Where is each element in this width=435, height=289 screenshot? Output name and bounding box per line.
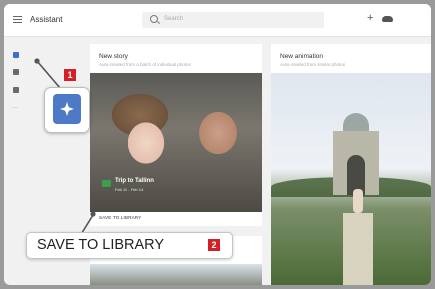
photos-icon[interactable] [13, 69, 19, 75]
pedestal [343, 213, 373, 285]
save-to-library-callout: SAVE TO LIBRARY 2 [26, 232, 233, 259]
assistant-icon [53, 94, 81, 124]
search-input[interactable]: Search [142, 12, 324, 28]
animation-photo[interactable] [271, 73, 431, 285]
story-title: Trip to Tallinn [115, 178, 154, 184]
cloud-icon[interactable] [382, 16, 393, 22]
story-photo[interactable]: Trip to Tallinn Feb 11 - Feb 14 [90, 73, 262, 212]
page-title: Assistant [30, 15, 63, 24]
callout-text: SAVE TO LIBRARY [37, 237, 165, 253]
cathedral-photo[interactable] [90, 264, 262, 285]
assistant-icon[interactable] [13, 52, 19, 58]
card-subtitle: Auto-created from similar photos [280, 62, 346, 67]
assistant-zoom-callout [44, 87, 90, 133]
more-icon[interactable]: ... [12, 103, 18, 110]
add-icon[interactable]: + [367, 13, 373, 24]
albums-icon[interactable] [13, 87, 19, 93]
new-animation-card[interactable]: New animation Auto-created from similar … [271, 44, 431, 285]
menu-icon[interactable] [13, 16, 22, 23]
search-icon [150, 15, 158, 23]
card-title: New animation [280, 53, 323, 60]
new-story-card[interactable]: New story Auto-created from a batch of i… [90, 44, 262, 226]
card-title: New story [99, 53, 128, 60]
save-to-library-button[interactable]: SAVE TO LIBRARY [99, 215, 141, 220]
album-icon [102, 180, 111, 187]
story-dates: Feb 11 - Feb 14 [115, 187, 144, 192]
search-placeholder: Search [164, 16, 184, 22]
child-figure [353, 189, 363, 213]
annotation-badge-2: 2 [208, 239, 220, 251]
top-bar: Assistant Search + [4, 4, 431, 37]
folly-dome [343, 113, 369, 133]
card-subtitle: Auto-created from a batch of individual … [99, 62, 191, 67]
annotation-badge-1: 1 [64, 69, 76, 81]
